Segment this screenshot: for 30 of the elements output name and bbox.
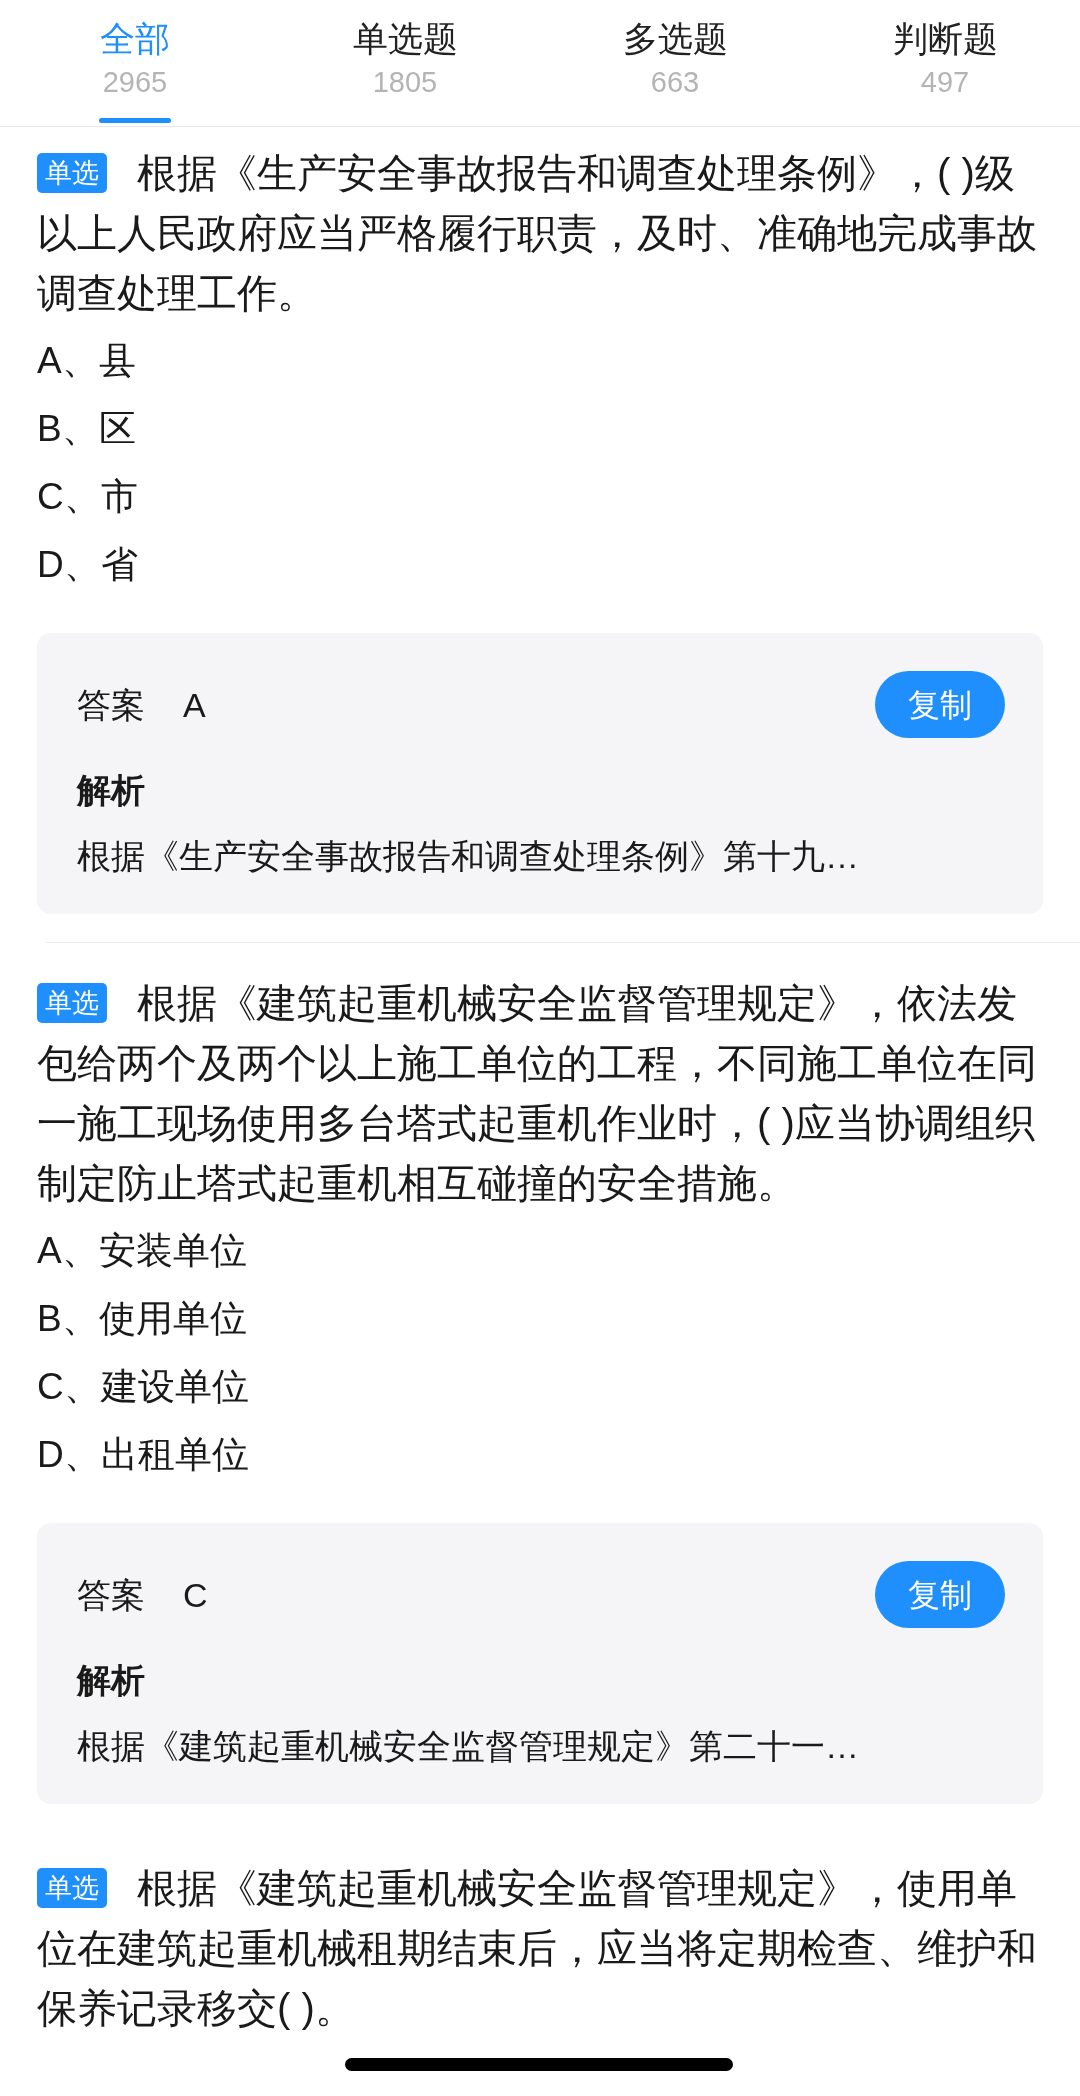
answer-label: 答案	[77, 1574, 145, 1616]
answer-option: C、市	[37, 463, 138, 531]
analysis-text: 根据《生产安全事故报告和调查处理条例》第十九…	[77, 836, 860, 877]
answer-option: B、区	[37, 395, 136, 463]
question-type-tag: 单选	[37, 983, 107, 1023]
tab-count: 497	[920, 65, 970, 100]
analysis-text: 根据《建筑起重机械安全监督管理规定》第二十一…	[77, 1726, 860, 1767]
question-text: 单选 根据《建筑起重机械安全监督管理规定》，使用单位在建筑起重机械租期结束后，应当将定期检查、维护和保养记录移交( )。	[37, 1865, 1038, 2032]
answer-option: D、省	[37, 531, 138, 599]
tab-count: 1805	[372, 65, 438, 100]
answer-option: A、安装单位	[37, 1217, 247, 1285]
active-tab-indicator	[99, 118, 171, 123]
tab[interactable]: 单选题	[352, 16, 458, 62]
question-type-tag: 单选	[37, 1868, 107, 1908]
answer-option: C、建设单位	[37, 1353, 249, 1421]
tab-count: 2965	[102, 65, 168, 100]
tab[interactable]: 判断题	[892, 16, 998, 62]
answer-value: A	[183, 684, 206, 726]
tab-count: 663	[650, 65, 700, 100]
answer-option: B、使用单位	[37, 1285, 247, 1353]
analysis-label: 解析	[77, 770, 145, 811]
answer-value: C	[183, 1574, 208, 1616]
question-text: 单选 根据《生产安全事故报告和调查处理条例》，( )级以上人民政府应当严格履行职责，及时、准确地完成事故调查处理工作。	[37, 150, 1038, 317]
tab[interactable]: 多选题	[622, 16, 728, 62]
question-text: 单选 根据《建筑起重机械安全监督管理规定》，依法发包给两个及两个以上施工单位的工程，不同施工单位在同一施工现场使用多台塔式起重机作业时，( )应当协调组织制定防止塔式起重机相互碰撞的安全措施。	[37, 980, 1038, 1207]
answer-option: D、出租单位	[37, 1421, 249, 1489]
question-type-tag: 单选	[37, 153, 107, 193]
answer-label: 答案	[77, 684, 145, 726]
analysis-label: 解析	[77, 1660, 145, 1701]
answer-option: A、县	[37, 327, 136, 395]
